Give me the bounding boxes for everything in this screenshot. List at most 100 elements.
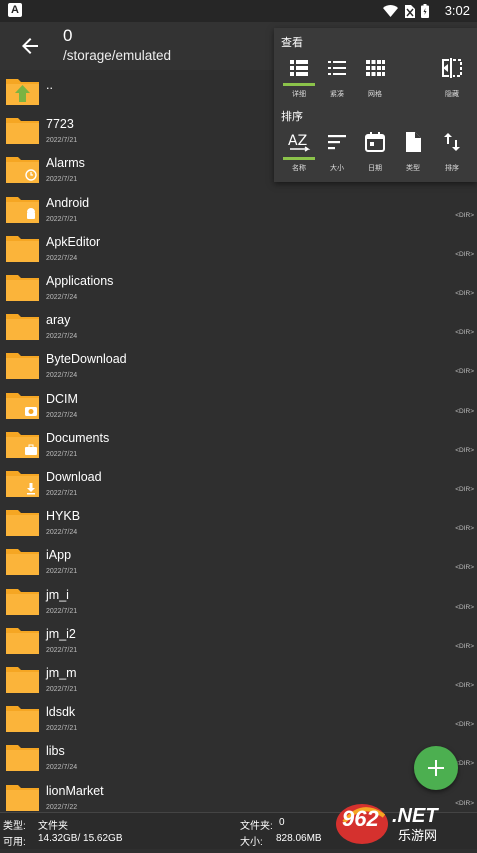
folder-icon (6, 745, 39, 772)
file-date: 2022/7/24 (46, 254, 78, 262)
view-compact-label: 紧凑 (330, 91, 344, 98)
file-row[interactable]: ApkEditor 2022/7/24 <DIR> (0, 229, 477, 268)
sort-date-option[interactable]: 日期 (357, 130, 393, 172)
file-date: 2022/7/24 (46, 764, 78, 772)
folder-icon (6, 196, 39, 223)
file-row[interactable]: jm_m 2022/7/21 <DIR> (0, 660, 477, 699)
add-fab-button[interactable] (414, 746, 458, 790)
folder-icon (6, 392, 39, 419)
svg-text:.NET: .NET (392, 805, 439, 827)
file-row[interactable]: jm_i2 2022/7/21 <DIR> (0, 621, 477, 660)
file-date: 2022/7/21 (46, 215, 78, 223)
file-name: .. (46, 78, 53, 92)
site-watermark: 962 .NET 乐游网 (334, 796, 477, 848)
dir-tag: <DIR> (455, 760, 474, 768)
size-value: 828.06MB (276, 833, 322, 844)
file-row[interactable]: ByteDownload 2022/7/24 <DIR> (0, 346, 477, 385)
file-row[interactable]: ldsdk 2022/7/21 <DIR> (0, 699, 477, 738)
folder-icon (6, 275, 39, 301)
file-date: 2022/7/21 (46, 450, 78, 458)
dir-tag: <DIR> (455, 407, 474, 415)
file-date: 2022/7/21 (46, 137, 78, 145)
dir-tag: <DIR> (455, 329, 474, 337)
dir-tag: <DIR> (455, 368, 474, 376)
dir-tag: <DIR> (455, 682, 474, 689)
file-name: jm_i (46, 587, 69, 602)
compact-list-icon (328, 61, 346, 75)
file-row[interactable]: Android 2022/7/21 <DIR> (0, 190, 477, 229)
file-date: 2022/7/21 (46, 607, 78, 615)
sort-size-label: 大小 (330, 165, 344, 172)
file-type-icon (406, 132, 421, 152)
file-name: Android (46, 195, 90, 210)
sort-size-option[interactable]: 大小 (319, 130, 355, 172)
plus-icon (428, 760, 444, 776)
status-icons (383, 4, 429, 18)
file-name: Alarms (46, 156, 85, 171)
selected-indicator (283, 157, 315, 160)
grid-icon (366, 60, 385, 76)
file-date: 2022/7/24 (46, 294, 78, 301)
file-row[interactable]: iApp 2022/7/21 <DIR> (0, 542, 477, 581)
available-label: 可用: (3, 837, 26, 848)
sort-type-option[interactable]: 类型 (395, 130, 431, 172)
file-row[interactable]: aray 2022/7/24 <DIR> (0, 307, 477, 346)
folder-icon (6, 667, 39, 693)
hide-option[interactable]: 隐藏 (434, 56, 470, 98)
file-row[interactable]: Download 2022/7/21 <DIR> (0, 464, 477, 503)
type-value: 文件夹 (38, 821, 68, 832)
folder-icon (6, 549, 39, 576)
file-date: 2022/7/24 (46, 529, 78, 537)
folder-icon (6, 510, 39, 537)
sort-order-option[interactable]: 排序 (434, 130, 470, 172)
hide-panel-icon (442, 58, 462, 78)
file-name: ByteDownload (46, 352, 127, 367)
battery-icon (421, 4, 429, 18)
available-value: 14.32GB/ 15.62GB (38, 833, 123, 844)
folder-icon (6, 431, 39, 458)
folder-icon (6, 314, 39, 341)
file-date: 2022/7/21 (46, 490, 78, 497)
view-detail-option[interactable]: 详细 (281, 56, 317, 98)
sort-name-label: 名称 (292, 165, 306, 172)
file-row[interactable]: HYKB 2022/7/24 <DIR> (0, 503, 477, 542)
sort-section-header: 排序 (281, 111, 303, 123)
clock: 3:02 (444, 3, 470, 18)
folder-icon (6, 235, 39, 262)
file-row[interactable]: Documents 2022/7/21 <DIR> (0, 425, 477, 464)
sort-order-label: 排序 (445, 165, 459, 172)
view-compact-option[interactable]: 紧凑 (319, 56, 355, 98)
dir-tag: <DIR> (455, 250, 474, 258)
no-sim-icon (405, 4, 415, 18)
file-name: jm_i2 (46, 626, 76, 641)
file-name: ldsdk (46, 705, 76, 720)
file-row[interactable]: libs 2022/7/24 <DIR> (0, 738, 477, 777)
file-name: aray (46, 313, 71, 328)
file-row[interactable]: jm_i 2022/7/21 <DIR> (0, 582, 477, 621)
folder-icon (6, 706, 39, 733)
dir-tag: <DIR> (455, 721, 474, 729)
file-row[interactable]: Applications 2022/7/24 <DIR> (0, 268, 477, 307)
dir-tag: <DIR> (455, 564, 474, 572)
dir-tag: <DIR> (455, 211, 474, 219)
type-label: 类型: (3, 821, 26, 832)
file-row[interactable]: DCIM 2022/7/24 <DIR> (0, 386, 477, 425)
view-grid-option[interactable]: 网格 (357, 56, 393, 98)
sort-name-option[interactable]: AZ 名称 (281, 130, 317, 172)
selected-indicator (283, 83, 315, 86)
sort-size-icon (328, 135, 346, 150)
file-date: 2022/7/21 (46, 646, 78, 654)
watermark-logo-icon: 962 .NET 乐游网 (336, 804, 439, 844)
file-name: Applications (46, 274, 114, 288)
hide-label: 隐藏 (445, 91, 459, 98)
folder-icon (6, 588, 39, 615)
dir-tag: <DIR> (455, 446, 474, 454)
folder-icon (6, 79, 39, 105)
folder-icon (6, 627, 39, 654)
file-name: Download (46, 470, 102, 484)
svg-text:乐游网: 乐游网 (398, 829, 437, 844)
file-date: 2022/7/24 (46, 411, 78, 419)
view-section-header: 查看 (281, 37, 303, 49)
back-arrow-icon[interactable] (18, 34, 42, 58)
dir-tag: <DIR> (455, 603, 474, 611)
